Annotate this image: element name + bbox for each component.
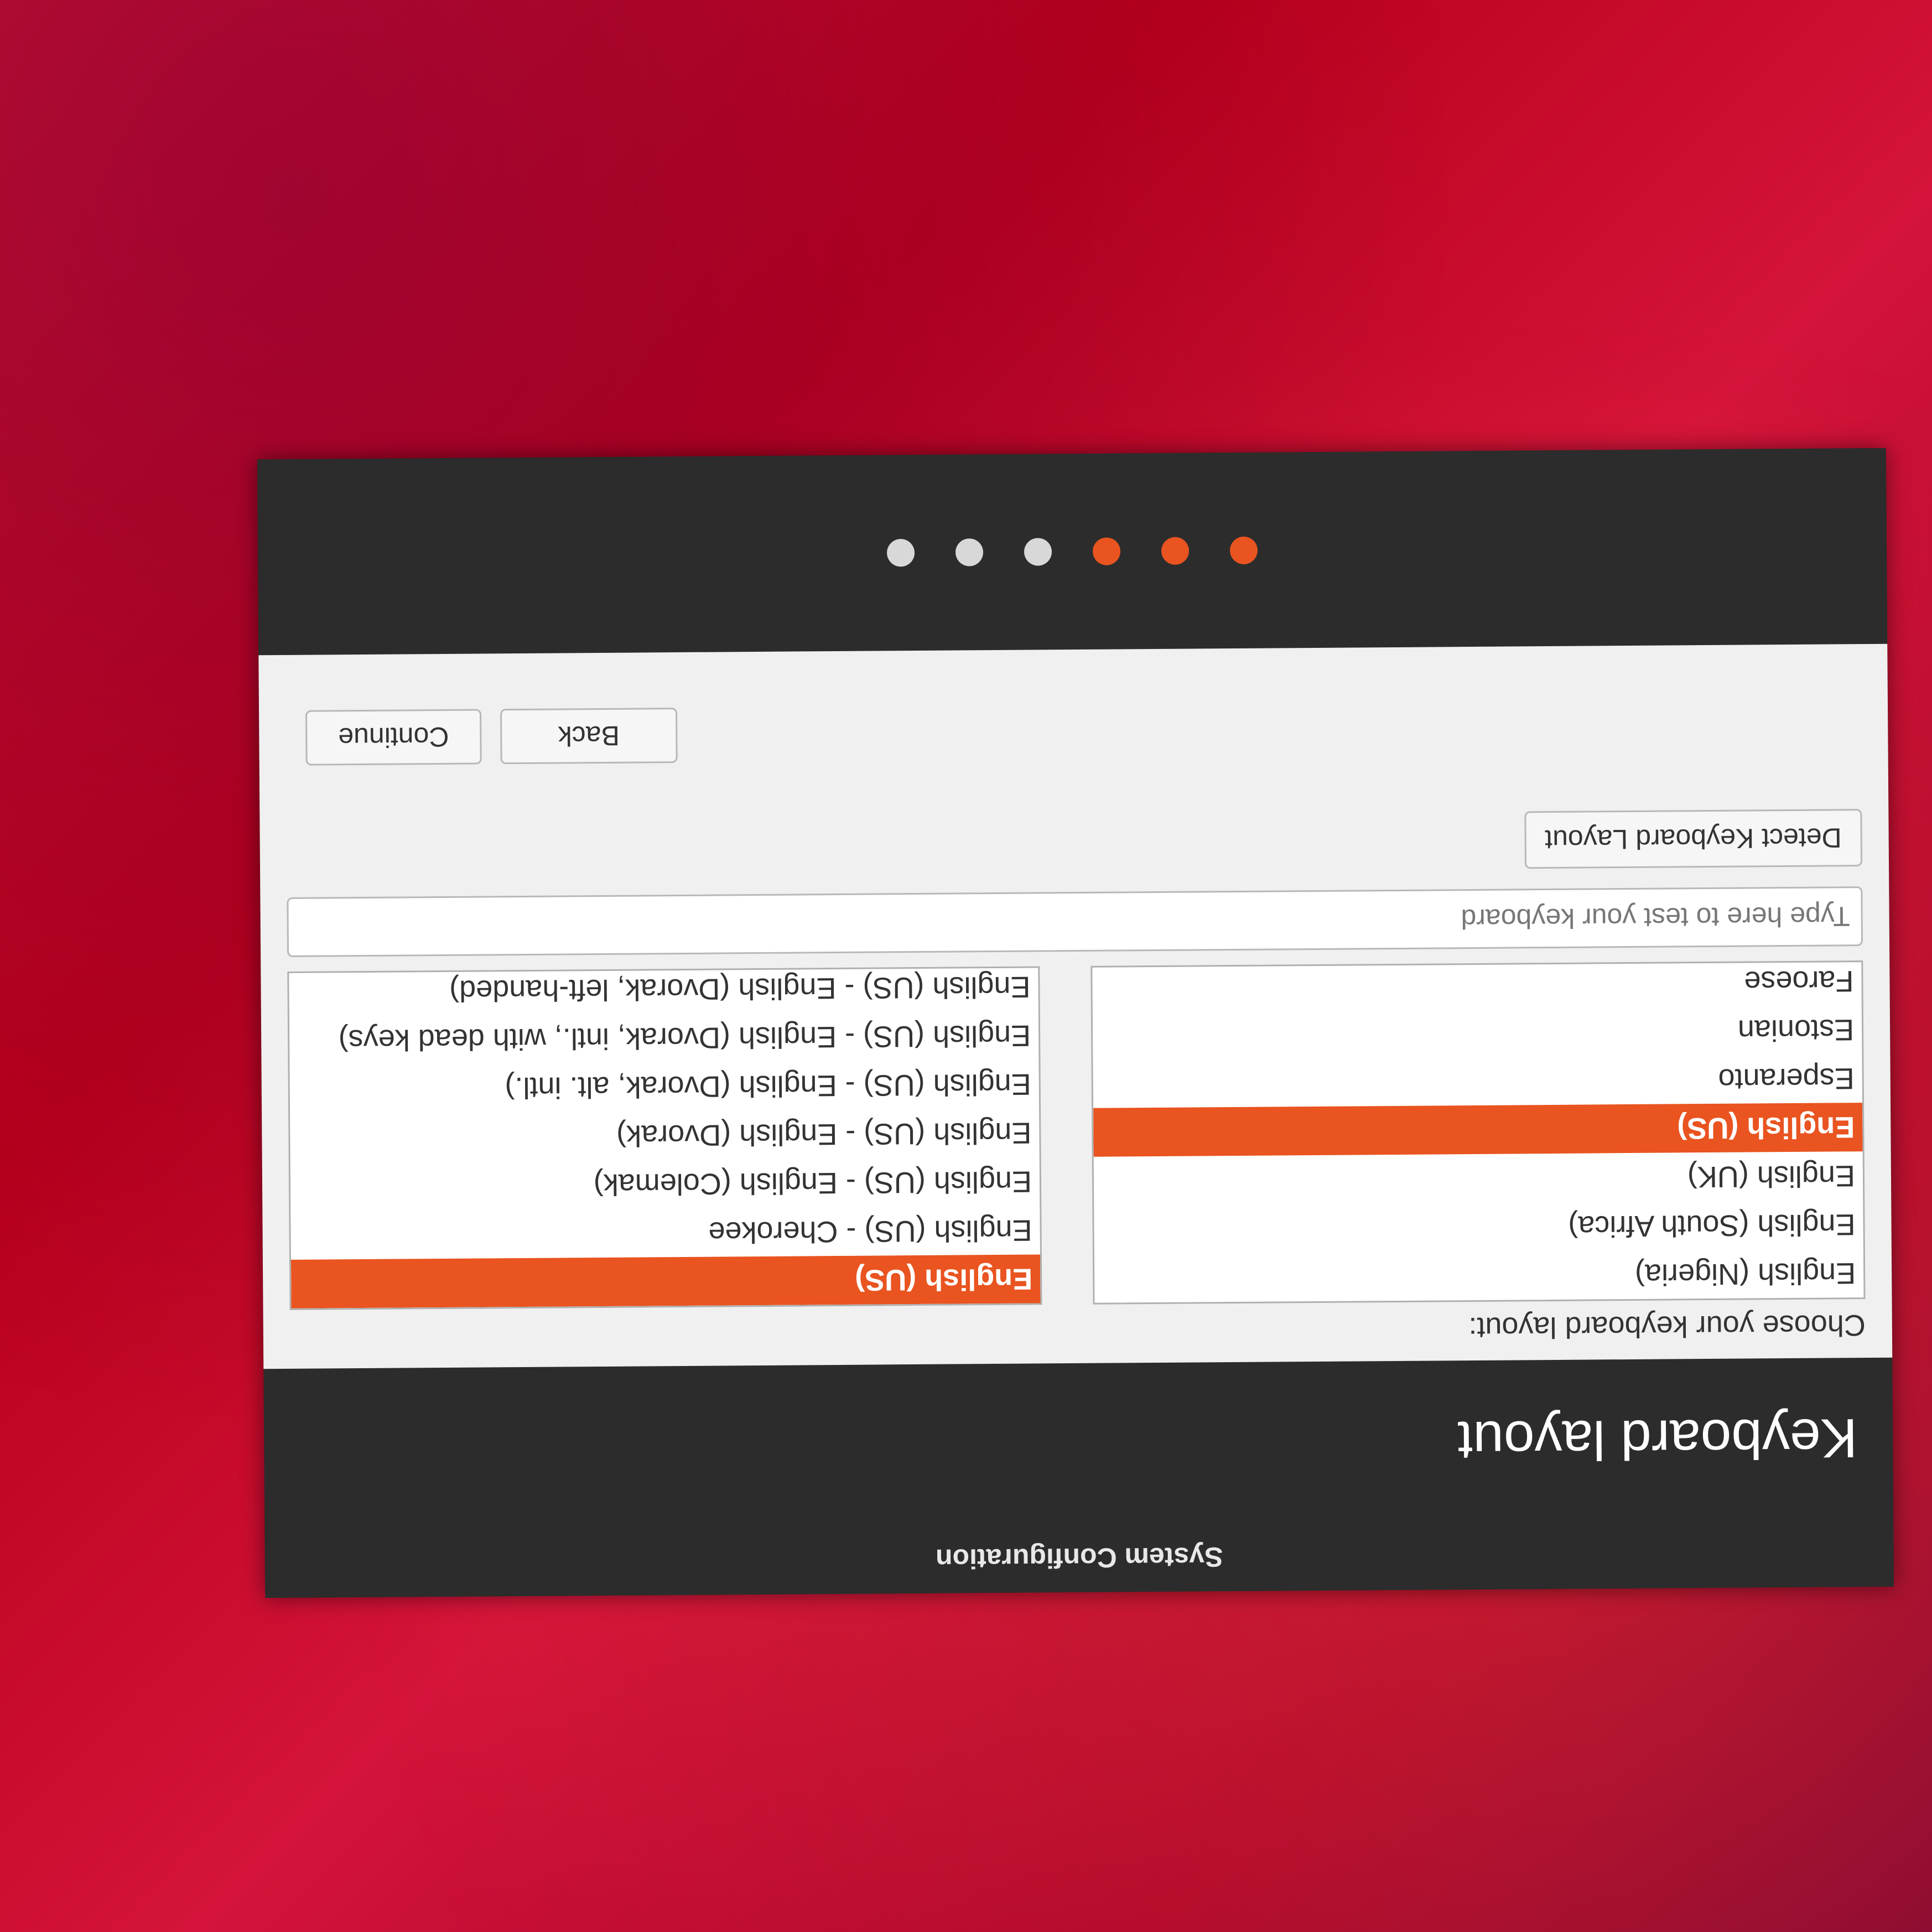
variant-item[interactable]: English (US) - Cherokee [290, 1206, 1040, 1259]
variant-list[interactable]: English (US) English (US) - Cherokee Eng… [287, 966, 1042, 1310]
language-item[interactable]: English (Nigeria) [1094, 1249, 1864, 1303]
language-item-selected[interactable]: English (US) [1093, 1103, 1863, 1157]
progress-dots [257, 448, 1887, 656]
progress-dot-pending [1024, 538, 1052, 566]
language-item[interactable]: English (UK) [1094, 1151, 1863, 1206]
language-list[interactable]: English (Nigeria) English (South Africa)… [1090, 960, 1866, 1305]
layout-prompt: Choose your keyboard layout: [1468, 1308, 1866, 1345]
navigation-buttons: Back Continue [259, 699, 1888, 766]
continue-button[interactable]: Continue [305, 709, 482, 766]
back-button[interactable]: Back [500, 708, 678, 765]
variant-item[interactable]: English (US) - English (Dvorak) [290, 1108, 1040, 1162]
language-item[interactable]: Estonian [1093, 1005, 1862, 1060]
variant-item-selected[interactable]: English (US) [290, 1254, 1041, 1308]
language-item[interactable]: Esperanto [1093, 1054, 1862, 1108]
installer-window: System Configuration Keyboard layout Cho… [257, 448, 1894, 1598]
layout-lists: English (Nigeria) English (South Africa)… [287, 960, 1866, 1310]
progress-dot-pending [886, 539, 915, 567]
window-titlebar: System Configuration [264, 1518, 1894, 1598]
photo-frame: System Configuration Keyboard layout Cho… [0, 0, 1932, 1932]
language-item[interactable]: English (South Africa) [1094, 1200, 1863, 1254]
variant-item[interactable]: English (US) - English (Dvorak, intl., w… [289, 1011, 1039, 1064]
variant-item[interactable]: English (US) - English (Colemak) [290, 1157, 1040, 1211]
progress-dot-pending [955, 538, 984, 567]
progress-dot-completed [1092, 537, 1121, 565]
variant-item[interactable]: English (US) - English (Dvorak, alt. int… [289, 1060, 1039, 1113]
window-title: System Configuration [935, 1541, 1223, 1575]
progress-dot-completed [1161, 537, 1190, 565]
progress-dot-completed [1229, 536, 1258, 565]
language-item[interactable]: Faroese [1092, 960, 1862, 1011]
content-panel: Choose your keyboard layout: English (Ni… [258, 643, 1893, 1369]
variant-item[interactable]: English (US) - English (Dvorak, left-han… [289, 966, 1038, 1016]
page-title: Keyboard layout [1457, 1407, 1858, 1472]
keyboard-test-input[interactable] [287, 886, 1863, 957]
detect-keyboard-layout-button[interactable]: Detect Keyboard Layout [1524, 809, 1863, 869]
page-header: Keyboard layout [263, 1358, 1893, 1530]
